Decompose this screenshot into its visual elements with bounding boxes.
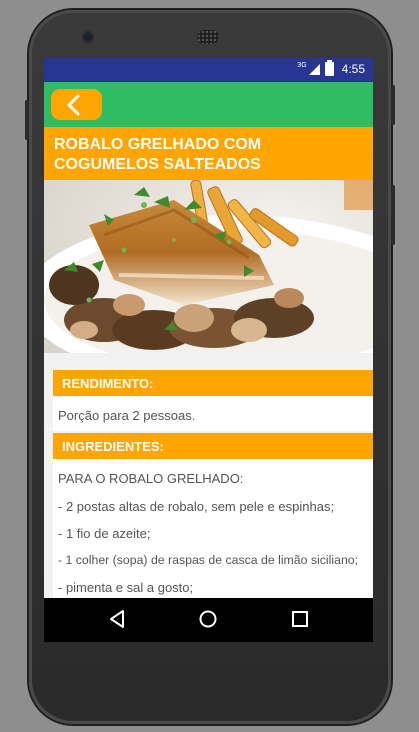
list-item: - 1 fio de azeite; <box>58 526 151 541</box>
list-item: - 1 colher (sopa) de raspas de casca de … <box>58 553 359 567</box>
list-item: - pimenta e sal a gosto; <box>58 580 194 595</box>
list-item: PARA O ROBALO GRELHADO: <box>58 471 244 486</box>
screen: 3G 4:55 ROBALO GRELHADO COM COGUMELOS SA… <box>44 58 373 642</box>
recipe-content: RENDIMENTO: Porção para 2 pessoas. INGRE… <box>44 353 373 598</box>
front-camera <box>84 33 92 41</box>
recipe-photo <box>44 180 373 353</box>
yield-text: Porção para 2 pessoas. <box>58 408 196 423</box>
power-button <box>391 85 395 125</box>
recipe-title-bar: ROBALO GRELHADO COM COGUMELOS SALTEADOS <box>44 127 373 180</box>
recipe-title: ROBALO GRELHADO COM COGUMELOS SALTEADOS <box>54 136 262 173</box>
nav-recents-button[interactable] <box>290 609 310 634</box>
signal-icon <box>308 63 320 75</box>
back-icon <box>110 610 124 628</box>
status-bar: 3G 4:55 <box>44 58 373 82</box>
list-item: - 2 postas altas de robalo, sem pele e e… <box>58 499 335 514</box>
volume-button <box>25 100 29 140</box>
clock: 4:55 <box>341 62 365 76</box>
network-type: 3G <box>297 61 307 69</box>
app-bar <box>44 82 373 127</box>
nav-home-button[interactable] <box>198 609 218 634</box>
battery-icon <box>324 60 334 76</box>
back-button[interactable] <box>51 89 102 120</box>
chevron-left-icon <box>67 94 80 116</box>
recents-icon <box>292 611 308 627</box>
yield-header: RENDIMENTO: <box>53 370 373 396</box>
nav-back-button[interactable] <box>108 609 126 634</box>
navigation-bar <box>44 598 373 642</box>
volume-rocker <box>391 185 395 245</box>
home-icon <box>199 610 217 628</box>
yield-body: Porção para 2 pessoas. <box>53 396 373 431</box>
ingredients-header: INGREDIENTES: <box>53 433 373 459</box>
earpiece-speaker <box>197 30 219 44</box>
ingredients-body: PARA O ROBALO GRELHADO: - 2 postas altas… <box>53 459 373 598</box>
